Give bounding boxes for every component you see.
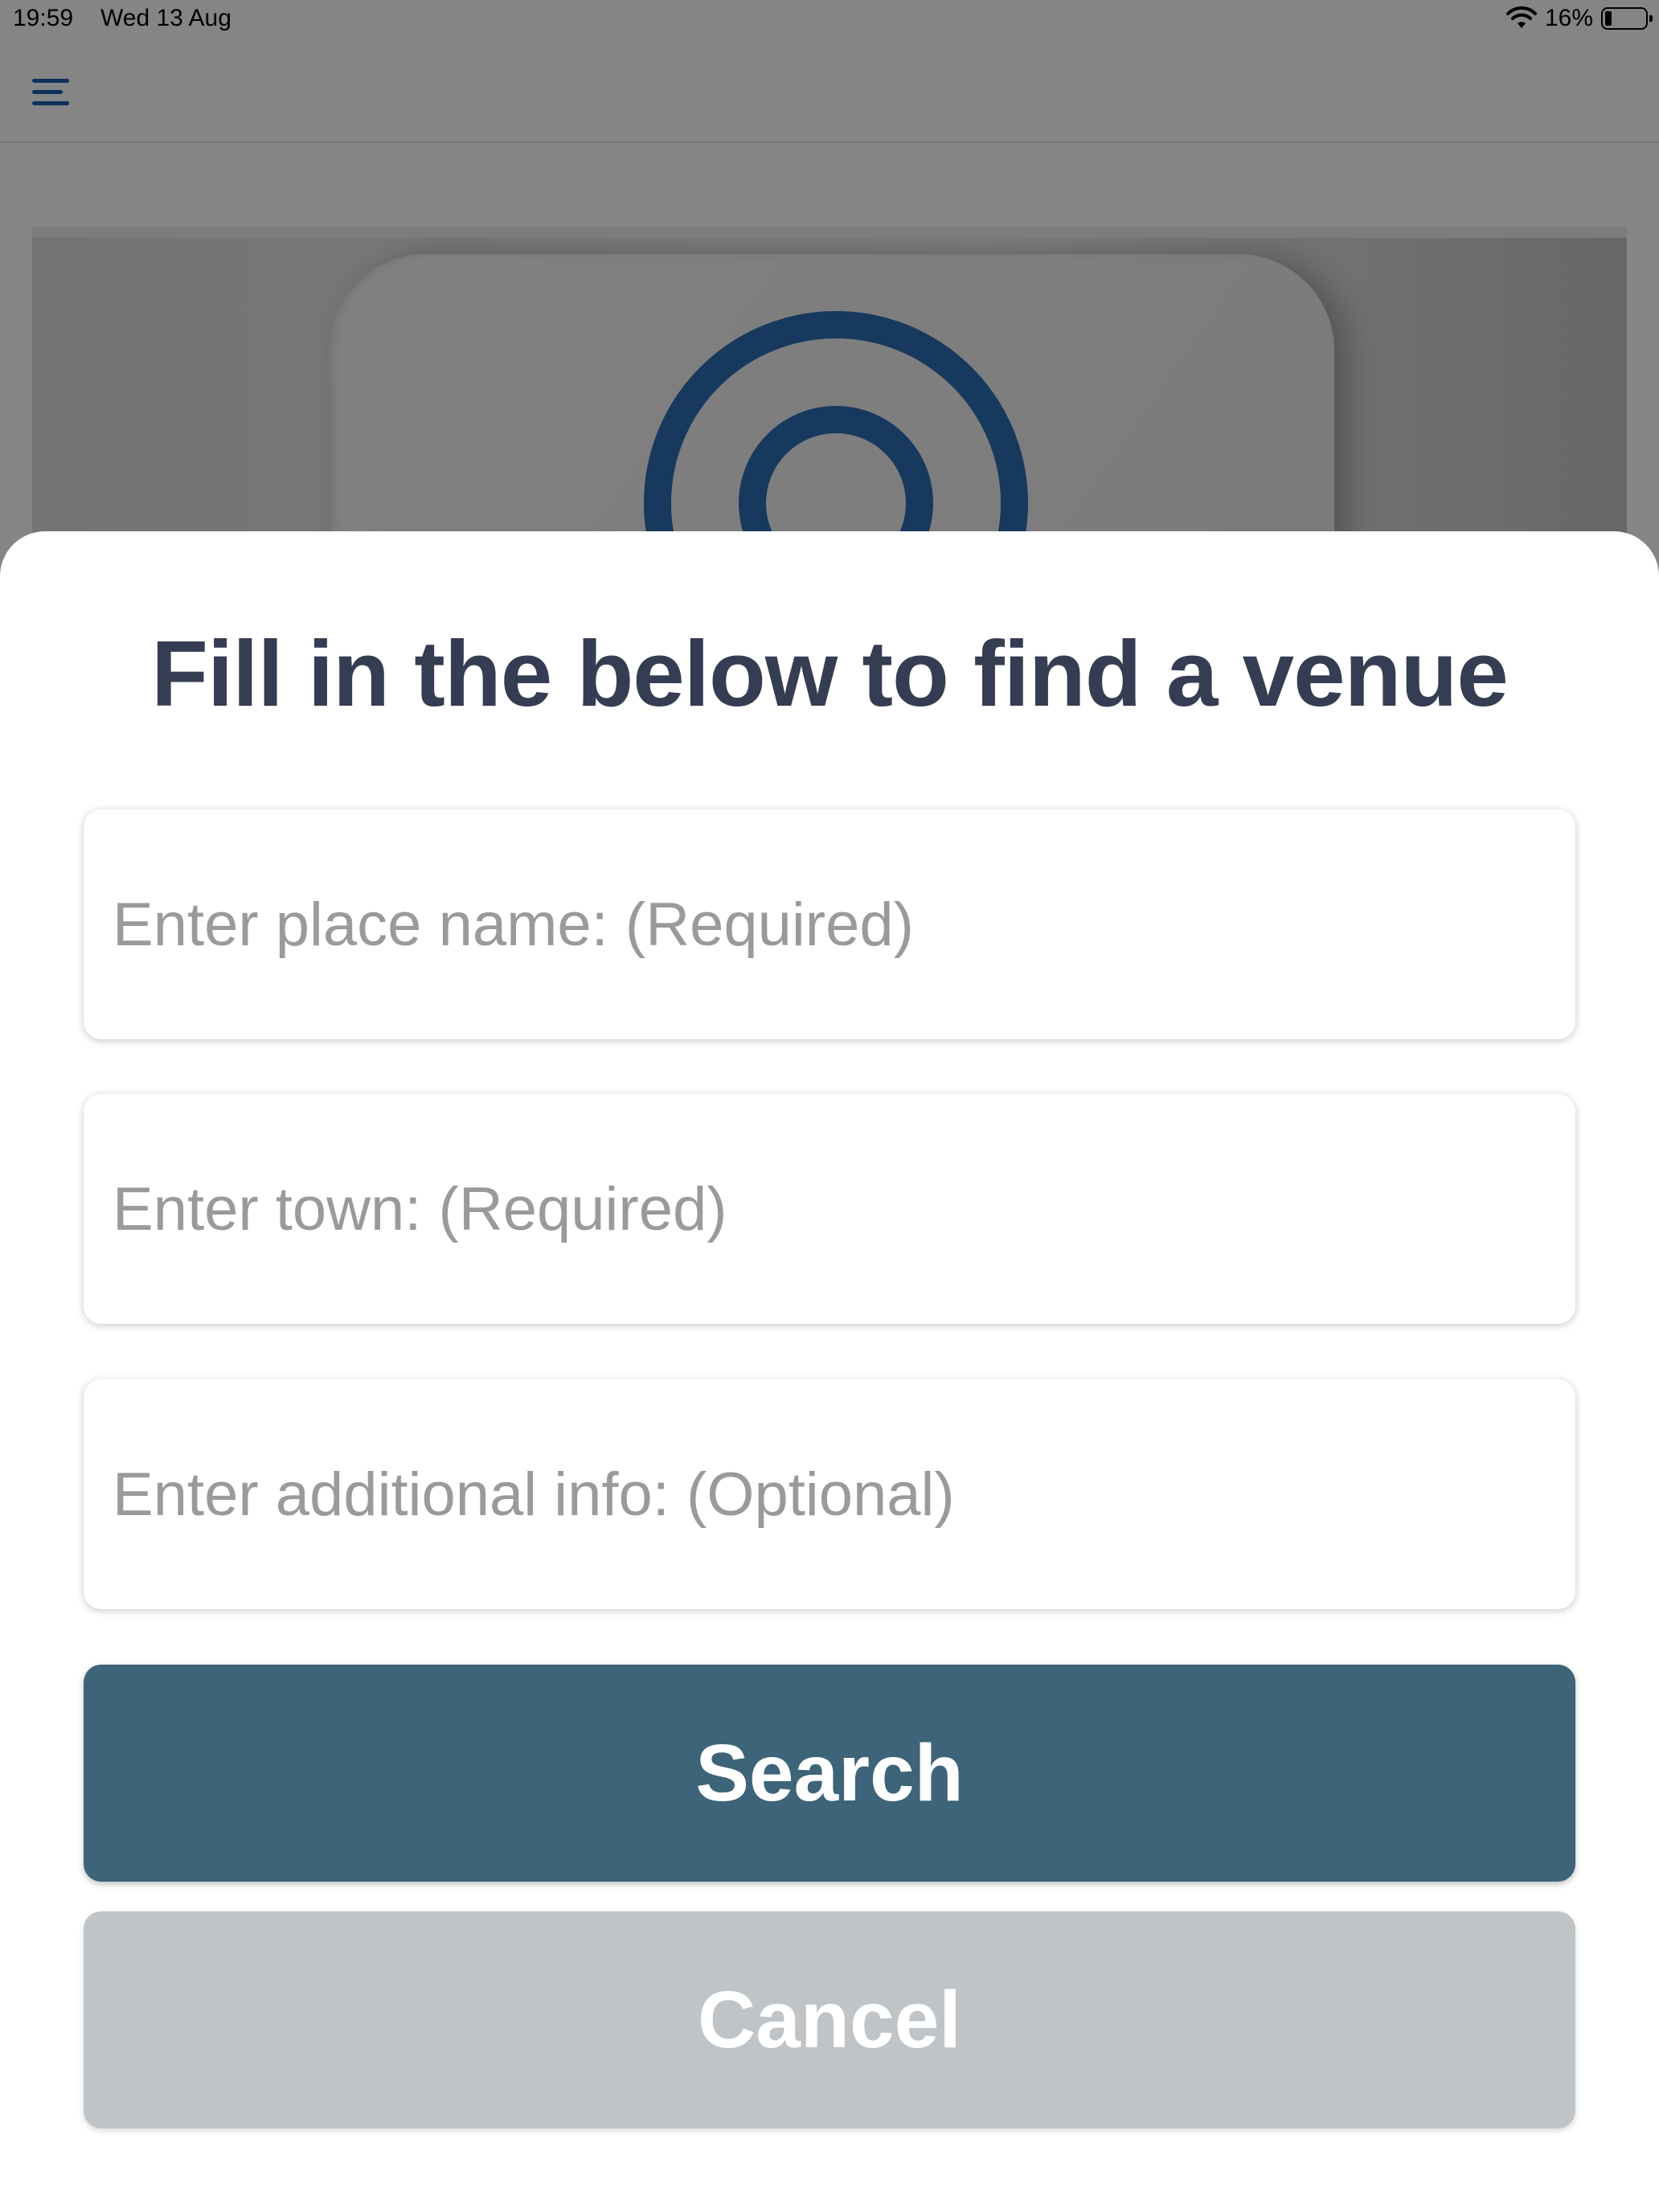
additional-info-field: [84, 1379, 1575, 1609]
search-button[interactable]: Search: [84, 1665, 1575, 1882]
sheet-title: Fill in the below to find a venue: [151, 621, 1509, 726]
place-name-input[interactable]: [113, 809, 1543, 1039]
find-venue-sheet: Fill in the below to find a venue Search…: [0, 531, 1659, 2212]
town-input[interactable]: [113, 1094, 1543, 1324]
town-field: [84, 1094, 1575, 1324]
cancel-button[interactable]: Cancel: [84, 1911, 1575, 2128]
place-name-field: [84, 809, 1575, 1039]
additional-info-input[interactable]: [113, 1379, 1543, 1609]
